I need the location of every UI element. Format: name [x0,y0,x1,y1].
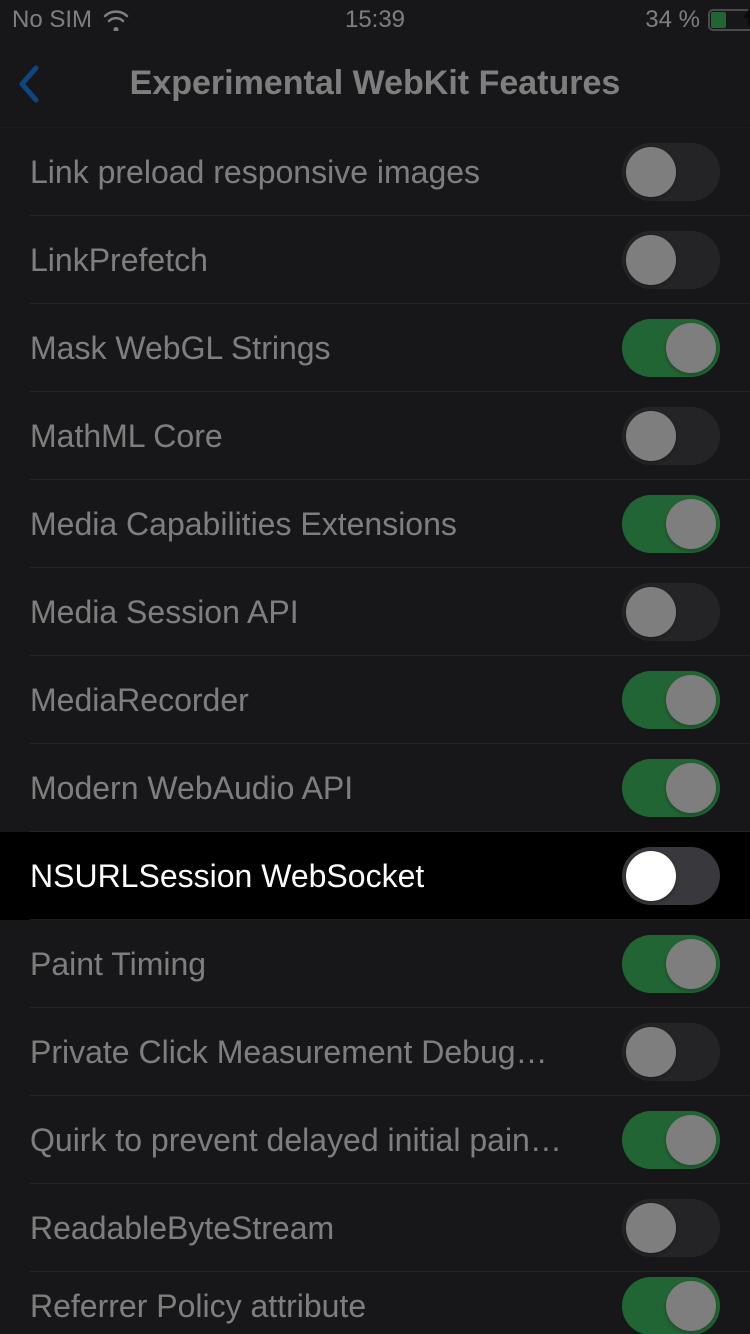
chevron-left-icon [16,64,42,104]
settings-row-label: Private Click Measurement Debug… [30,1034,548,1071]
settings-row[interactable]: ReadableByteStream [0,1184,750,1272]
settings-row[interactable]: Referrer Policy attribute [0,1272,750,1334]
settings-row[interactable]: Mask WebGL Strings [0,304,750,392]
settings-row-label: LinkPrefetch [30,242,208,279]
toggle-knob [666,939,716,989]
toggle-switch[interactable] [622,1111,720,1169]
charging-bolt-icon [724,6,738,34]
toggle-knob [666,675,716,725]
toggle-switch[interactable] [622,759,720,817]
settings-row-label: NSURLSession WebSocket [30,858,424,895]
toggle-knob [666,323,716,373]
toggle-knob [626,411,676,461]
toggle-switch[interactable] [622,407,720,465]
battery-percent-label: 34 % [645,6,700,34]
toggle-switch[interactable] [622,143,720,201]
settings-row-label: Media Capabilities Extensions [30,506,457,543]
status-right: 34 % [645,6,738,34]
settings-row[interactable]: Media Capabilities Extensions [0,480,750,568]
toggle-switch[interactable] [622,1023,720,1081]
settings-list[interactable]: Link preload responsive images LinkPrefet… [0,128,750,1334]
settings-row-label: Referrer Policy attribute [30,1288,366,1325]
settings-row[interactable]: Media Session API [0,568,750,656]
status-time: 15:39 [345,6,405,34]
settings-row-label: MathML Core [30,418,223,455]
settings-row-label: ReadableByteStream [30,1210,334,1247]
toggle-knob [626,851,676,901]
settings-row-label: Quirk to prevent delayed initial pain… [30,1122,562,1159]
toggle-knob [666,763,716,813]
status-bar: No SIM 15:39 34 % [0,0,750,40]
toggle-switch[interactable] [622,319,720,377]
carrier-label: No SIM [12,6,92,34]
settings-row-label: Modern WebAudio API [30,770,353,807]
settings-row-label: Media Session API [30,594,299,631]
settings-row-label: Paint Timing [30,946,206,983]
toggle-knob [626,1203,676,1253]
settings-row[interactable]: MediaRecorder [0,656,750,744]
toggle-knob [626,1027,676,1077]
settings-row[interactable]: MathML Core [0,392,750,480]
back-button[interactable] [16,64,42,104]
toggle-switch[interactable] [622,231,720,289]
settings-screen: No SIM 15:39 34 % [0,0,750,1334]
settings-row[interactable]: Paint Timing [0,920,750,1008]
toggle-knob [626,587,676,637]
toggle-switch[interactable] [622,935,720,993]
settings-row[interactable]: Quirk to prevent delayed initial pain… [0,1096,750,1184]
wifi-icon [102,9,130,31]
toggle-switch[interactable] [622,583,720,641]
nav-header: Experimental WebKit Features [0,40,750,128]
settings-row[interactable]: Modern WebAudio API [0,744,750,832]
page-title: Experimental WebKit Features [130,64,621,103]
status-left: No SIM [12,6,130,34]
settings-row-label: Link preload responsive images [30,154,480,191]
toggle-switch[interactable] [622,1199,720,1257]
settings-row[interactable]: Private Click Measurement Debug… [0,1008,750,1096]
toggle-knob [666,499,716,549]
settings-row[interactable]: Link preload responsive images [0,128,750,216]
settings-row-label: Mask WebGL Strings [30,330,331,367]
toggle-knob [626,147,676,197]
settings-row[interactable]: NSURLSession WebSocket [0,832,750,920]
toggle-knob [666,1115,716,1165]
settings-row[interactable]: LinkPrefetch [0,216,750,304]
toggle-switch[interactable] [622,495,720,553]
toggle-switch[interactable] [622,1277,720,1334]
toggle-knob [626,235,676,285]
settings-row-label: MediaRecorder [30,682,249,719]
toggle-switch[interactable] [622,671,720,729]
toggle-knob [666,1281,716,1331]
toggle-switch[interactable] [622,847,720,905]
